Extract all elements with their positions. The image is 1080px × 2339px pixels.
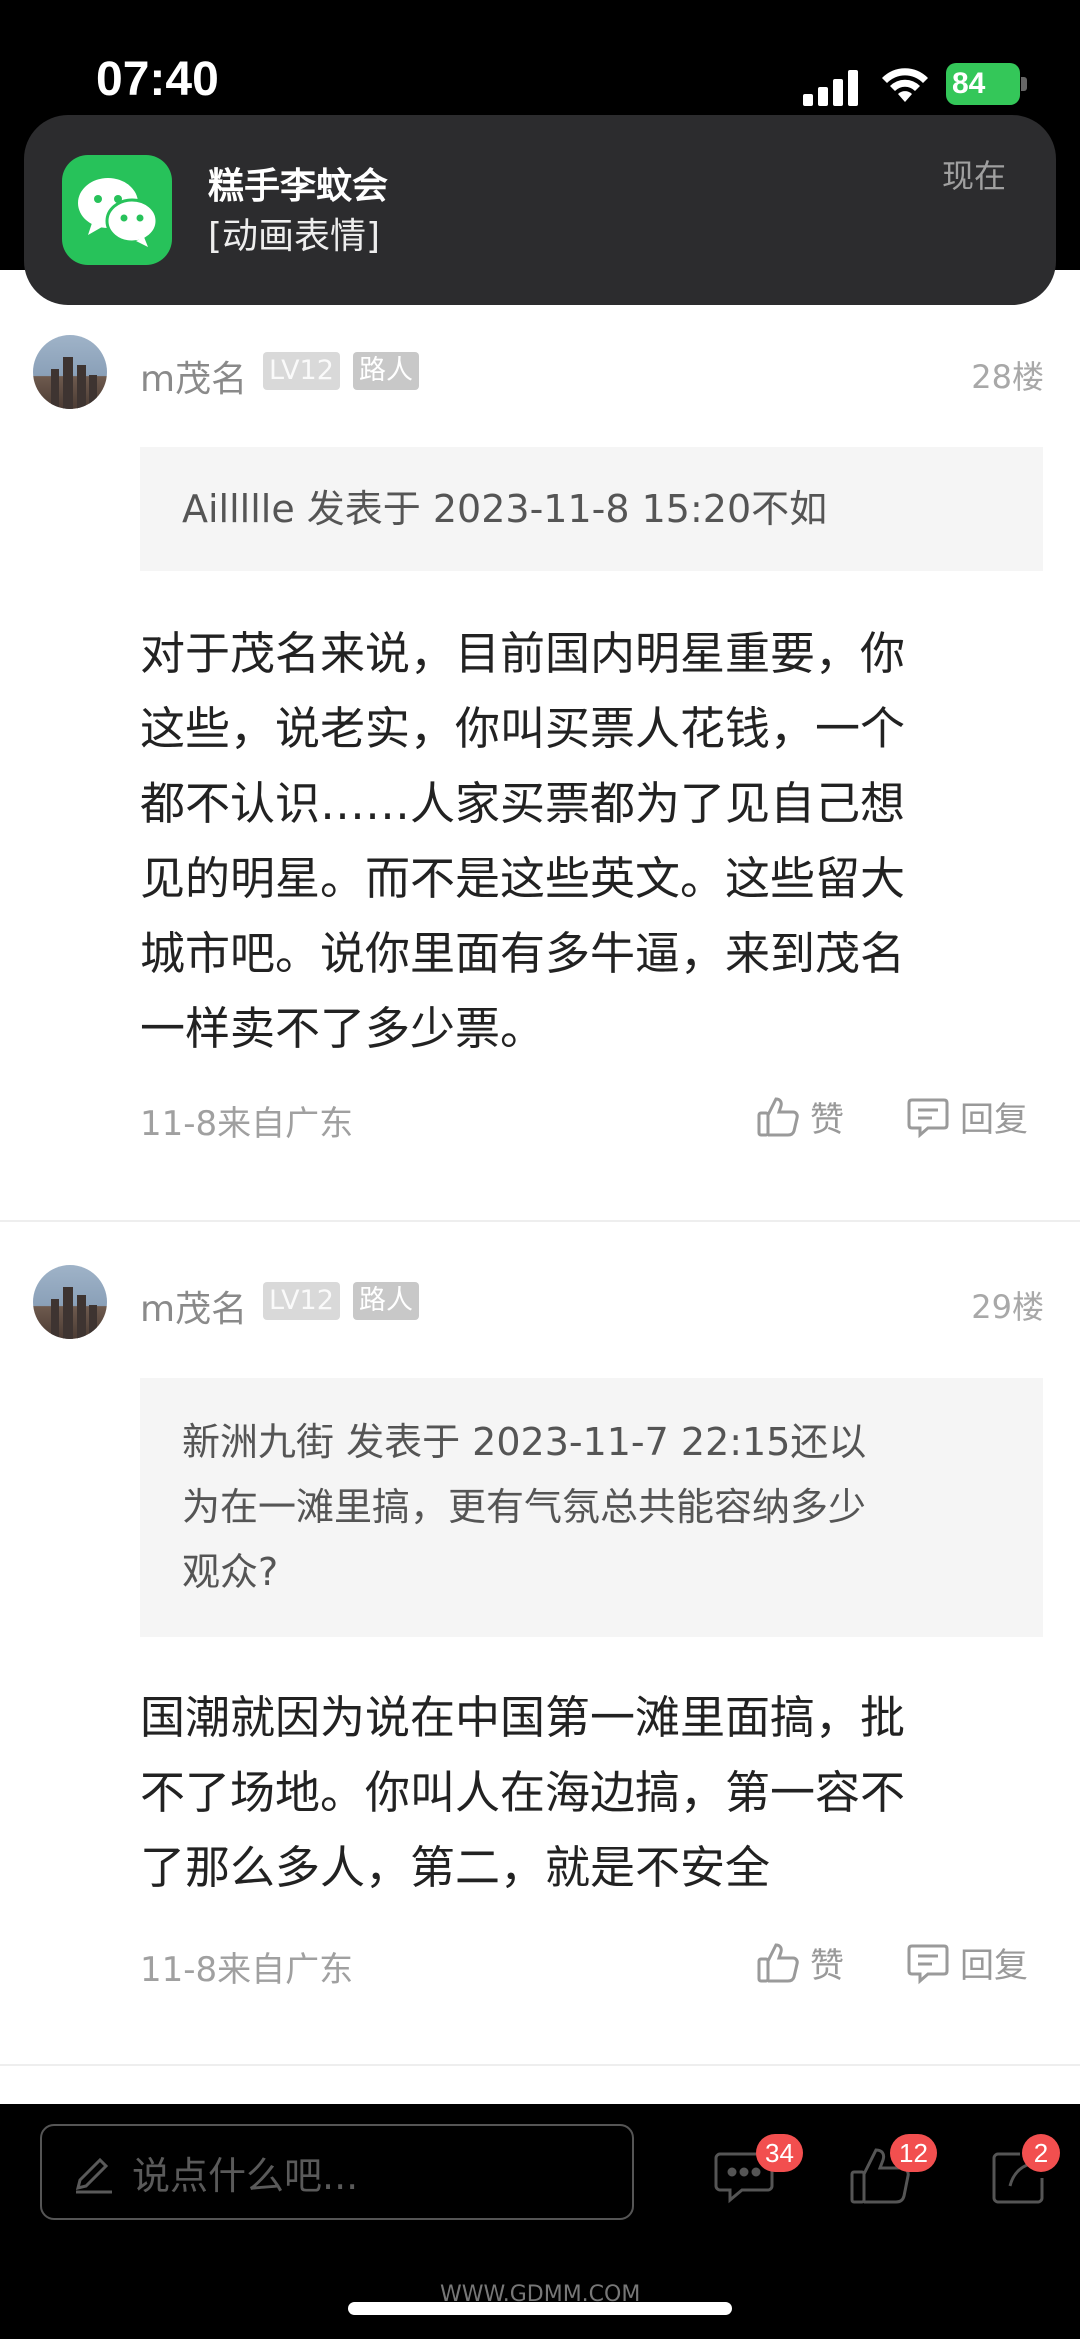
quote-line: 为在一滩里搞，更有气氛总共能容纳多少 [182,1485,867,1529]
username[interactable]: m茂名 [140,350,247,402]
like-button[interactable]: 赞 [756,1092,844,1141]
like-button[interactable]: 赞 [756,1938,844,1987]
content-line: 不了场地。你叫人在海边搞，第一容不 [140,1766,906,1819]
role-badge: 路人 [353,352,419,390]
notification-title: 糕手李蚊会 [208,166,389,207]
content-line: 这些，说老实，你叫买票人花钱，一个 [140,702,906,755]
battery-tip [1021,77,1027,91]
quote-text: Aillllle 发表于 2023-11-8 15:20不如 [182,487,828,531]
content-line: 了那么多人，第二，就是不安全 [140,1841,771,1894]
wechat-icon [62,155,172,265]
comment-input[interactable]: 说点什么吧... [40,2124,634,2220]
notification-time: 现在 [941,157,1006,195]
content-line: 见的明星。而不是这些英文。这些留大 [140,852,906,905]
content-line: 城市吧。说你里面有多牛逼，来到茂名 [140,927,906,980]
content-line: 对于茂名来说，目前国内明星重要，你 [140,627,906,680]
wechat-notification[interactable]: 糕手李蚊会 [动画表情] 现在 [24,115,1056,305]
level-badge: LV12 [263,1282,340,1320]
level-badge: LV12 [263,352,340,390]
share-count-badge: 2 [1022,2134,1060,2172]
thumbs-up-icon [757,1942,799,1982]
home-indicator[interactable] [348,2302,732,2315]
comment-count-badge: 34 [756,2134,803,2172]
wifi-icon [882,68,928,102]
role-badge: 路人 [353,1282,419,1320]
quoted-post[interactable]: 新洲九街 发表于 2023-11-7 22:15还以 为在一滩里搞，更有气氛总共… [140,1378,1043,1637]
reply-label: 回复 [960,1100,1028,1140]
status-time: 07:40 [96,53,219,106]
avatar[interactable] [33,335,107,409]
like-label: 赞 [810,1100,844,1140]
battery-level: 84 [952,67,986,100]
post-meta: 11-8来自广东 [140,1950,354,1990]
post-meta: 11-8来自广东 [140,1104,354,1144]
like-count-badge: 12 [890,2134,937,2172]
content-line: 都不认识……人家买票都为了见自己想 [140,777,906,830]
floor-number: 29楼 [971,1288,1044,1326]
comment-icon [907,1944,949,1984]
comment-placeholder: 说点什么吧... [132,2153,359,2198]
content-line: 一样卖不了多少票。 [140,1002,546,1055]
notification-body: [动画表情] [208,216,381,257]
reply-button[interactable]: 回复 [906,1938,1028,1987]
like-label: 赞 [810,1946,844,1986]
username[interactable]: m茂名 [140,1280,247,1332]
post-divider [0,2064,1080,2066]
pencil-icon [75,2157,112,2194]
floor-number: 28楼 [971,358,1044,396]
reply-label: 回复 [960,1946,1028,1986]
battery-indicator: 84 [946,63,1020,105]
post-content: 对于茂名来说，目前国内明星重要，你 这些，说老实，你叫买票人花钱，一个 都不认识… [140,616,1040,1066]
post-divider [0,1220,1080,1222]
content-line: 国潮就因为说在中国第一滩里面搞，批 [140,1691,906,1744]
quoted-post[interactable]: Aillllle 发表于 2023-11-8 15:20不如 [140,447,1043,571]
quote-line: 新洲九街 发表于 2023-11-7 22:15还以 [182,1420,867,1464]
avatar[interactable] [33,1265,107,1339]
quote-line: 观众? [182,1550,279,1594]
comment-icon [907,1098,949,1138]
reply-button[interactable]: 回复 [906,1092,1028,1141]
post-content: 国潮就因为说在中国第一滩里面搞，批 不了场地。你叫人在海边搞，第一容不 了那么多… [140,1680,1040,1905]
cellular-signal-icon [803,70,858,106]
thumbs-up-icon [757,1096,799,1136]
